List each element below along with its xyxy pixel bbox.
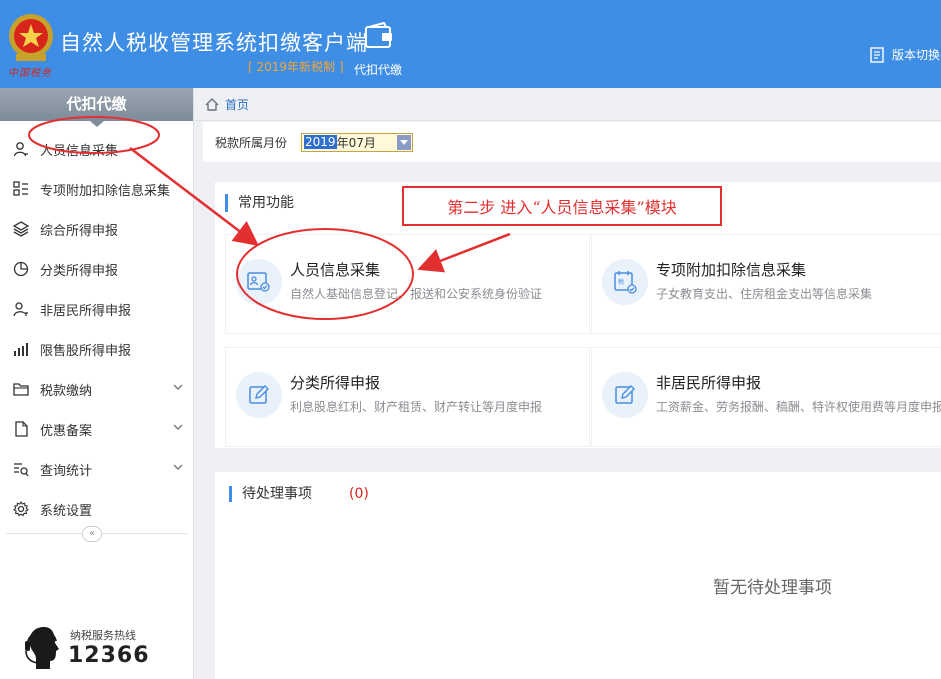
sidebar-item-query-statistics[interactable]: 查询统计: [0, 449, 193, 489]
sidebar-item-label: 分类所得申报: [40, 263, 119, 279]
sidebar-item-label: 查询统计: [40, 463, 93, 479]
tax-period-select[interactable]: 2019 年07月: [301, 132, 414, 152]
tax-period-bar: 税款所属月份 2019 年07月: [203, 122, 941, 162]
sidebar-item-tax-payment[interactable]: 税款缴纳: [0, 369, 193, 409]
chevron-down-icon[interactable]: [173, 463, 183, 471]
sidebar: 代扣代缴 人员信息采集 专项附加扣除信息采集 综合所得申报 分类所得申报 非居民…: [0, 88, 194, 679]
sidebar-item-label: 系统设置: [40, 503, 93, 519]
tax-emblem-icon: [9, 14, 53, 61]
sidebar-item-label: 限售股所得申报: [40, 343, 132, 359]
app-header: 中国税务 自然人税收管理系统扣缴客户端 [ 2019年新税制 ] 代扣代缴 版本…: [0, 0, 941, 88]
svg-text:税: 税: [618, 278, 624, 286]
card-title: 分类所得申报: [290, 374, 381, 392]
annotation-callout: 第二步 进入“人员信息采集”模块: [402, 186, 722, 226]
sidebar-item-label: 综合所得申报: [40, 223, 119, 239]
dropdown-arrow-icon[interactable]: [397, 134, 412, 150]
sidebar-item-non-resident[interactable]: 非居民所得申报: [0, 289, 193, 329]
gear-icon: [12, 500, 30, 518]
card-non-resident[interactable]: 非居民所得申报 工资薪金、劳务报酬、稿酬、特许权使用费等月度申报: [591, 347, 941, 447]
pie-icon: [12, 260, 30, 278]
sidebar-divider: «: [6, 526, 187, 553]
sidebar-item-comprehensive-income[interactable]: 综合所得申报: [0, 209, 193, 249]
document-icon: [870, 46, 884, 63]
tax-period-month: 年07月: [336, 135, 376, 150]
sidebar-item-preferential-filing[interactable]: 优惠备案: [0, 409, 193, 449]
breadcrumb: 首页: [195, 88, 941, 121]
chevron-down-icon[interactable]: [173, 383, 183, 391]
breadcrumb-home-link[interactable]: 首页: [225, 96, 249, 113]
sidebar-item-classified-income[interactable]: 分类所得申报: [0, 249, 193, 289]
edit-icon: [602, 372, 648, 418]
id-card-icon: [236, 259, 282, 305]
sidebar-item-label: 非居民所得申报: [40, 303, 132, 319]
sidebar-title: 代扣代缴: [0, 88, 193, 127]
sidebar-item-label: 专项附加扣除信息采集: [40, 183, 171, 199]
hotline-banner: 纳税服务热线 12366: [22, 623, 192, 673]
tax-system-badge: [ 2019年新税制 ]: [248, 60, 344, 74]
hotline-number: 12366: [68, 643, 150, 668]
card-title: 人员信息采集: [290, 261, 381, 279]
chevron-down-icon[interactable]: [173, 423, 183, 431]
emblem-caption: 中国税务: [8, 68, 52, 79]
card-title: 专项附加扣除信息采集: [656, 261, 807, 279]
sidebar-item-personnel-info[interactable]: 人员信息采集: [0, 129, 193, 169]
bar-chart-icon: [12, 340, 30, 358]
sidebar-menu: 人员信息采集 专项附加扣除信息采集 综合所得申报 分类所得申报 非居民所得申报 …: [0, 121, 193, 529]
calendar-deduction-icon: 税: [602, 259, 648, 305]
card-description: 利息股息红利、财产租赁、财产转让等月度申报: [290, 400, 543, 414]
folder-icon: [12, 380, 30, 398]
card-description: 工资薪金、劳务报酬、稿酬、特许权使用费等月度申报: [656, 400, 941, 414]
tax-period-year: 2019: [304, 135, 337, 149]
home-icon: [205, 97, 219, 111]
app-title: 自然人税收管理系统扣缴客户端: [60, 31, 368, 55]
edit-icon: [236, 372, 282, 418]
sidebar-item-system-settings[interactable]: 系统设置: [0, 489, 193, 529]
pending-items-panel: 待处理事项 (0) 暂无待处理事项: [215, 472, 941, 679]
module-tab-withholding[interactable]: 代扣代缴: [354, 61, 402, 78]
sidebar-item-special-deduction[interactable]: 专项附加扣除信息采集: [0, 169, 193, 209]
pending-items-count: (0): [349, 486, 369, 502]
card-description: 子女教育支出、住房租金支出等信息采集: [656, 287, 873, 301]
card-special-deduction[interactable]: 税 专项附加扣除信息采集 子女教育支出、住房租金支出等信息采集: [591, 234, 941, 334]
headset-person-icon: [25, 627, 59, 669]
tax-period-label: 税款所属月份: [215, 135, 288, 150]
layers-icon: [12, 220, 30, 238]
pending-items-title: 待处理事项: [229, 486, 312, 502]
version-switch-label: 版本切换: [892, 48, 941, 62]
card-classified-income[interactable]: 分类所得申报 利息股息红利、财产租赁、财产转让等月度申报: [225, 347, 590, 447]
card-personnel-info[interactable]: 人员信息采集 自然人基础信息登记、报送和公安系统身份验证: [225, 234, 590, 334]
sidebar-item-label: 税款缴纳: [40, 383, 93, 399]
document-icon: [12, 420, 30, 438]
search-list-icon: [12, 460, 30, 478]
sidebar-item-label: 优惠备案: [40, 423, 93, 439]
person-key-icon: [12, 300, 30, 318]
hotline-label: 纳税服务热线: [70, 629, 136, 642]
grid-list-icon: [12, 180, 30, 198]
card-description: 自然人基础信息登记、报送和公安系统身份验证: [290, 287, 543, 301]
pending-empty-message: 暂无待处理事项: [713, 578, 832, 598]
version-switch-button[interactable]: 版本切换: [870, 46, 940, 63]
person-icon: [12, 140, 30, 158]
sidebar-item-label: 人员信息采集: [40, 143, 119, 159]
collapse-sidebar-button[interactable]: «: [82, 526, 102, 542]
sidebar-item-restricted-stock[interactable]: 限售股所得申报: [0, 329, 193, 369]
card-title: 非居民所得申报: [656, 374, 762, 392]
common-functions-title: 常用功能: [225, 194, 294, 212]
wallet-icon[interactable]: [364, 22, 394, 50]
